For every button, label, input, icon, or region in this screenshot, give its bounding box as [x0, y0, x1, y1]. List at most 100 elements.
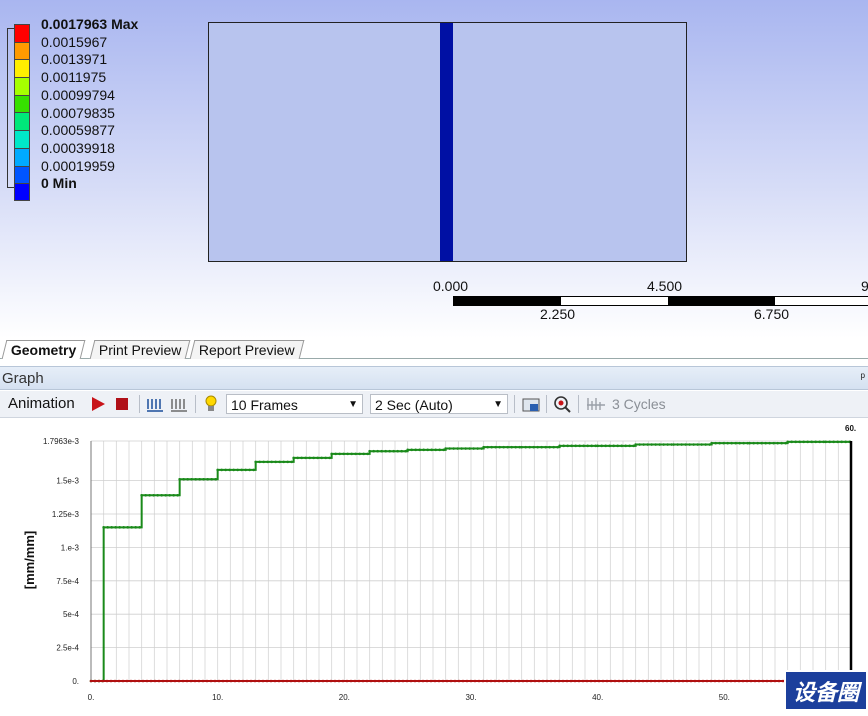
scale-label-1: 4.500 [647, 278, 683, 294]
data-point [149, 679, 153, 683]
data-point [662, 443, 665, 446]
data-point [704, 443, 707, 446]
data-point [608, 444, 611, 448]
data-point [536, 445, 539, 449]
stop-icon[interactable] [115, 397, 129, 411]
x-tick-label: 10. [212, 693, 223, 702]
legend-label: 0.00019959 [41, 157, 115, 174]
data-point [738, 441, 741, 445]
scale-bar [453, 296, 868, 306]
data-point [737, 679, 741, 683]
data-point [138, 526, 141, 529]
legend-color-swatch [14, 77, 30, 95]
data-point [669, 679, 673, 683]
data-point [388, 449, 391, 453]
data-point [321, 679, 325, 683]
tab-geometry[interactable]: Geometry [1, 340, 86, 359]
data-point [438, 448, 441, 452]
data-point [269, 679, 273, 683]
data-point [449, 679, 453, 683]
data-point [717, 679, 721, 683]
graph-chart[interactable]: [mm/mm] 0. 2.5e-4 5e-4 7.5e-4 1.e-3 1.25e-3 1.… [0, 418, 868, 711]
data-point [502, 445, 505, 449]
data-point [665, 679, 669, 683]
data-point [521, 679, 525, 683]
data-point [289, 679, 293, 683]
data-point [261, 679, 265, 683]
data-point [137, 679, 141, 683]
data-point [177, 679, 181, 683]
tab-report-preview[interactable]: Report Preview [189, 340, 305, 359]
data-point [186, 477, 189, 481]
model-view-box[interactable] [208, 22, 687, 262]
play-icon[interactable] [90, 396, 106, 412]
data-point [806, 440, 809, 444]
data-point [734, 441, 737, 445]
data-point [638, 443, 641, 446]
y-axis-label: [mm/mm] [22, 531, 37, 590]
data-point [745, 679, 749, 683]
data-point [338, 452, 341, 456]
data-point [106, 526, 109, 529]
data-point [148, 493, 151, 497]
data-point [524, 445, 527, 449]
lightbulb-icon[interactable] [204, 395, 218, 413]
data-point [777, 679, 781, 683]
data-point [286, 460, 289, 464]
data-point [590, 444, 593, 448]
data-point [101, 679, 105, 683]
data-point [164, 493, 167, 497]
data-point [794, 440, 797, 444]
speed-select[interactable]: 2 Sec (Auto) ▼ [370, 394, 508, 414]
data-point [818, 440, 821, 444]
previous-frame-icon[interactable] [146, 396, 164, 412]
data-point [760, 441, 763, 445]
data-point [392, 449, 395, 453]
data-point [685, 679, 689, 683]
data-point [561, 679, 565, 683]
frames-select[interactable]: 10 Frames ▼ [226, 394, 363, 414]
data-point [469, 679, 473, 683]
cycles-icon[interactable] [586, 396, 606, 412]
beam-body[interactable] [440, 23, 453, 261]
data-point [277, 679, 281, 683]
data-point [397, 679, 401, 683]
tab-print-preview[interactable]: Print Preview [89, 340, 191, 359]
data-point [676, 443, 679, 446]
data-point [366, 452, 369, 456]
data-point [221, 679, 225, 683]
time-marker-label: 60. [845, 424, 856, 433]
data-point [254, 460, 257, 464]
graphics-viewport[interactable]: 0.0017963 Max 0.0015967 0.0013971 0.0011975… [0, 0, 868, 338]
data-point [189, 679, 193, 683]
data-point [181, 679, 185, 683]
data-point [729, 679, 733, 683]
y-tick-label: 5e-4 [63, 610, 80, 619]
data-point [441, 679, 445, 683]
chart-svg[interactable]: [mm/mm] 0. 2.5e-4 5e-4 7.5e-4 1.e-3 1.25e-3 1.… [0, 418, 868, 711]
data-point [293, 679, 297, 683]
data-point [373, 679, 377, 683]
data-point [385, 679, 389, 683]
data-point [445, 679, 449, 683]
data-point [381, 679, 385, 683]
pin-icon[interactable]: ᵖ [860, 370, 865, 384]
cycles-label[interactable]: 3 Cycles [612, 394, 666, 414]
data-point [620, 444, 623, 448]
data-point [270, 460, 273, 464]
scale-label-4: 6.750 [754, 306, 790, 322]
next-frame-icon[interactable] [170, 396, 188, 412]
data-point [401, 679, 405, 683]
data-point [273, 679, 277, 683]
data-point [497, 679, 501, 683]
data-point [684, 443, 687, 446]
data-point [520, 445, 523, 449]
data-point [582, 444, 585, 448]
data-point [220, 468, 223, 472]
data-point [400, 449, 403, 453]
data-point [434, 448, 437, 452]
data-point [205, 679, 209, 683]
data-point [241, 679, 245, 683]
export-video-icon[interactable] [521, 395, 541, 413]
zoom-icon[interactable] [553, 395, 571, 413]
